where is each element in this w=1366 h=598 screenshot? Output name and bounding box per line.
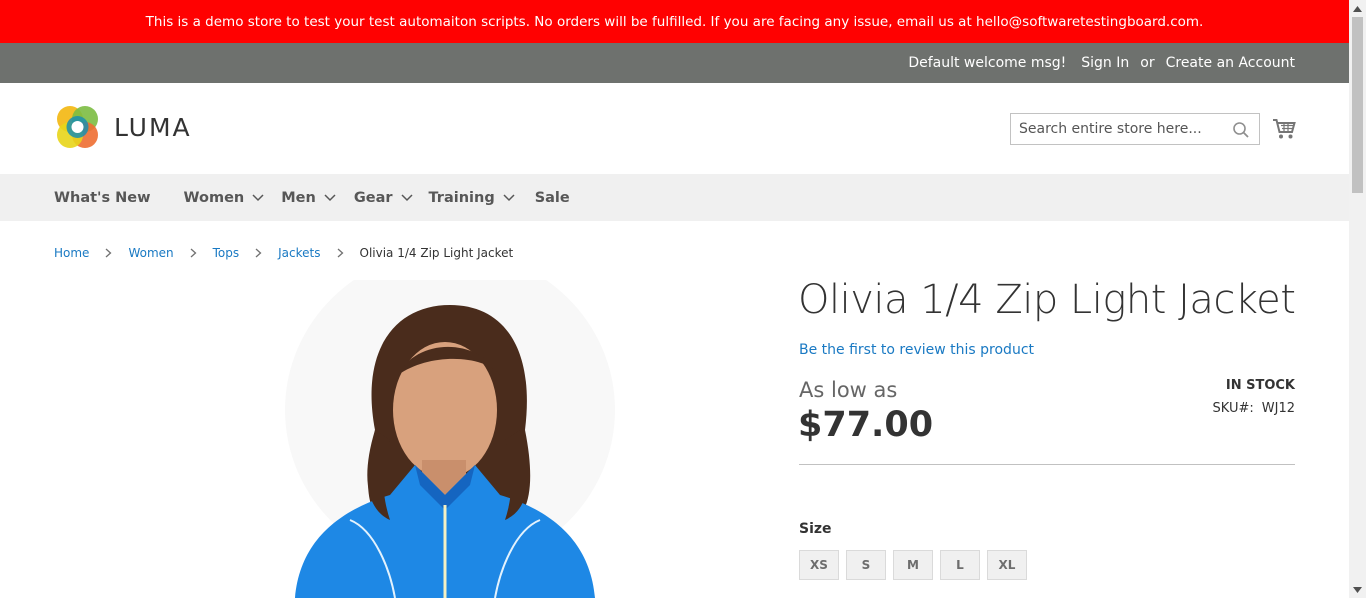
create-account-link[interactable]: Create an Account	[1166, 55, 1295, 71]
size-option-xs[interactable]: XS	[799, 550, 839, 580]
stock-status: IN STOCK	[1225, 378, 1295, 393]
scroll-down-arrow-icon[interactable]	[1349, 581, 1366, 598]
breadcrumb: Home Women Tops Jackets Olivia 1/4 Zip L…	[54, 246, 513, 260]
nav-item-gear[interactable]: Gear	[354, 190, 413, 206]
chevron-right-icon	[337, 248, 343, 258]
product-title: Olivia 1/4 Zip Light Jacket	[798, 277, 1296, 323]
sign-in-link[interactable]: Sign In	[1081, 55, 1129, 71]
nav-item-men[interactable]: Men	[281, 190, 336, 206]
nav-item-training[interactable]: Training	[429, 190, 515, 206]
search-input[interactable]	[1011, 114, 1216, 144]
search-box	[1010, 113, 1260, 145]
chevron-down-icon	[252, 193, 264, 201]
nav-item-label: Men	[281, 189, 316, 206]
luma-logo-icon	[55, 105, 100, 150]
nav-item-whats-new[interactable]: What's New	[54, 190, 151, 206]
or-text: or	[1140, 55, 1155, 71]
product-price: $77.00	[798, 405, 934, 445]
sku-value: WJ12	[1261, 401, 1295, 416]
size-option-xl[interactable]: XL	[987, 550, 1027, 580]
main-nav: What's New Women Men Gear Training Sale	[0, 174, 1349, 221]
header-links-bar: Default welcome msg! Sign In or Create a…	[0, 43, 1349, 83]
cart-icon[interactable]	[1272, 118, 1296, 144]
size-label: Size	[799, 521, 832, 537]
size-option-m[interactable]: M	[893, 550, 933, 580]
scrollbar[interactable]	[1349, 0, 1366, 598]
chevron-right-icon	[190, 248, 197, 258]
nav-item-label: What's New	[54, 189, 151, 206]
search-icon[interactable]	[1232, 121, 1250, 139]
header: LUMA	[0, 83, 1349, 174]
welcome-message: Default welcome msg!	[908, 55, 1067, 71]
sku: SKU#: WJ12	[1213, 401, 1295, 416]
chevron-down-icon	[400, 193, 413, 201]
breadcrumb-home[interactable]: Home	[54, 246, 89, 260]
as-low-as-label: As low as	[799, 378, 898, 402]
logo[interactable]: LUMA	[55, 105, 192, 150]
nav-item-label: Women	[183, 189, 245, 206]
chevron-down-icon	[503, 193, 515, 201]
chevron-right-icon	[255, 248, 262, 258]
nav-item-label: Sale	[534, 189, 570, 206]
size-swatches: XS S M L XL	[799, 550, 1027, 580]
nav-item-label: Training	[428, 189, 495, 206]
sku-label: SKU#:	[1212, 401, 1254, 416]
breadcrumb-tops[interactable]: Tops	[213, 246, 240, 260]
breadcrumb-jackets[interactable]: Jackets	[278, 246, 320, 260]
chevron-right-icon	[106, 248, 112, 258]
nav-item-sale[interactable]: Sale	[535, 190, 570, 206]
logo-text: LUMA	[114, 113, 192, 142]
review-link[interactable]: Be the first to review this product	[799, 342, 1034, 358]
chevron-down-icon	[324, 193, 336, 201]
divider	[799, 464, 1295, 465]
page: This is a demo store to test your test a…	[0, 0, 1349, 598]
product-image[interactable]	[200, 280, 680, 598]
breadcrumb-women[interactable]: Women	[128, 246, 173, 260]
nav-item-label: Gear	[353, 189, 393, 206]
scrollbar-thumb[interactable]	[1352, 17, 1363, 193]
nav-item-women[interactable]: Women	[184, 190, 265, 206]
scroll-up-arrow-icon[interactable]	[1349, 0, 1366, 17]
size-option-s[interactable]: S	[846, 550, 886, 580]
size-option-l[interactable]: L	[940, 550, 980, 580]
breadcrumb-current: Olivia 1/4 Zip Light Jacket	[359, 246, 514, 260]
demo-notice-bar: This is a demo store to test your test a…	[0, 0, 1349, 43]
demo-notice-text: This is a demo store to test your test a…	[145, 13, 1204, 30]
